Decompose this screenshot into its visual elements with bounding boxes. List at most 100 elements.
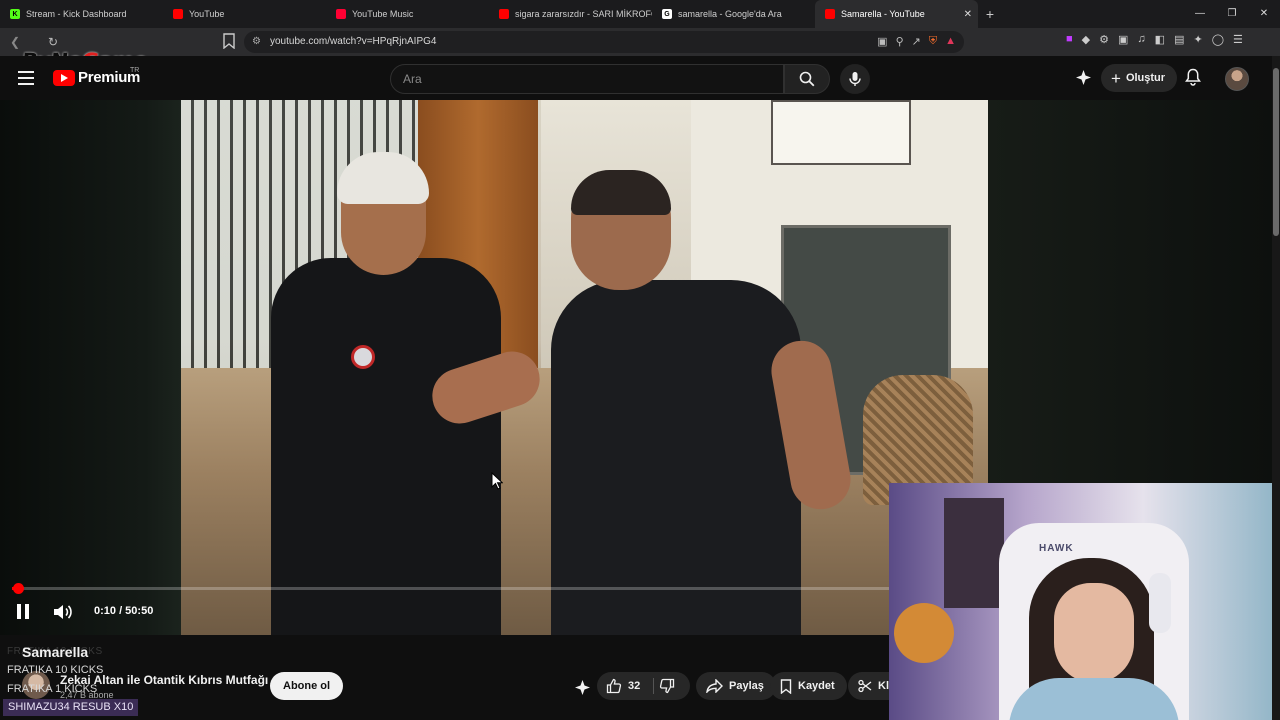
like-count: 32 [628,680,641,692]
extension-diamond-icon[interactable]: ◆ [1082,33,1090,46]
video-title: Samarella [22,644,89,660]
save-label: Kaydet [798,680,835,692]
youtube-header: Premium TR + Oluştur [0,56,1280,100]
maximize-icon[interactable]: ❐ [1216,0,1248,28]
region-code: TR [130,67,140,74]
vpn-icon[interactable]: ◯ [1212,33,1224,46]
thumbs-down-icon[interactable] [659,678,675,694]
share-button[interactable]: Paylaş [696,672,776,700]
streamer-shirt [1009,678,1179,720]
streamer-face [1054,583,1134,683]
create-button[interactable]: + Oluştur [1101,64,1178,92]
extensions-puzzle-icon[interactable]: ⚙ [1099,33,1109,46]
search-box [390,64,830,94]
guest-hair [571,170,671,215]
clip-button[interactable]: Kl [848,672,889,700]
browser-tab-3[interactable]: sigara zararsızdır - SARI MİKROFON [489,0,652,28]
ask-sparkle-icon[interactable] [574,679,591,696]
video-frame[interactable] [181,100,988,635]
screenshot-icon[interactable]: ▣ [1118,33,1128,46]
share-url-icon[interactable]: ↗ [912,35,921,48]
search-button[interactable] [784,64,830,94]
account-avatar[interactable] [1225,67,1249,91]
site-info-icon[interactable]: ⚙ [252,36,261,47]
browser-tab-strip: K Stream - Kick Dashboard YouTube YouTube M… [0,0,1280,28]
clip-label: Kl [878,680,889,692]
music-icon[interactable]: ♫ [1137,33,1145,46]
tab-title: Stream - Kick Dashboard [26,9,127,19]
like-dislike-group: 32 [597,672,690,700]
mouse-cursor-icon [491,472,503,490]
zoom-icon[interactable]: ⚲ [896,35,904,48]
cam-shelf [944,498,1004,608]
youtube-logo[interactable]: Premium [53,69,140,86]
page-scrollbar-thumb[interactable] [1273,68,1279,236]
tab-favicon-icon: G [662,9,672,19]
guest-shirt [551,280,801,635]
back-icon[interactable]: ❮ [10,35,20,49]
save-bookmark-icon [780,678,792,694]
url-bar[interactable]: ⚙ youtube.com/watch?v=HPqRjnAIPG4 ▣ ⚲ ↗ … [244,31,964,53]
youtube-play-icon [53,69,75,86]
tab-title: sigara zararsızdır - SARI MİKROFON [515,9,652,19]
resub-alert: SHIMAZU34 RESUB X10 [3,699,139,716]
browser-tab-5[interactable]: Samarella - YouTube ✕ [815,0,978,28]
volume-icon[interactable] [52,603,72,621]
voice-search-button[interactable] [840,64,870,94]
save-button[interactable]: Kaydet [770,672,847,700]
hamburger-menu-icon[interactable] [18,71,34,85]
create-label: Oluştur [1125,72,1166,84]
sparkle-icon[interactable] [1075,69,1092,86]
close-window-icon[interactable]: ✕ [1248,0,1280,28]
guest-person [531,170,856,635]
window-controls: — ❐ ✕ [1184,0,1280,28]
thumbs-up-icon [606,678,622,694]
reload-icon[interactable]: ↻ [48,35,58,49]
plus-icon: + [1111,68,1121,88]
browser-tab-4[interactable]: Gsamarella - Google'da Ara [652,0,815,28]
framed-certificates [771,100,911,165]
like-button[interactable]: 32 [597,672,651,700]
kick-alert-2: FRATIKA 1 KICKS [7,683,98,695]
menu-icon[interactable]: ☰ [1233,33,1243,46]
leo-icon[interactable]: ✦ [1193,33,1202,46]
search-input[interactable] [390,64,784,94]
sidebar-icon[interactable]: ◧ [1155,33,1165,46]
tab-favicon-icon [499,9,509,19]
url-text[interactable]: youtube.com/watch?v=HPqRjnAIPG4 [270,36,436,47]
progress-scrubber[interactable] [13,583,24,594]
minimize-icon[interactable]: — [1184,0,1216,28]
browser-tab-0[interactable]: K Stream - Kick Dashboard [0,0,163,28]
ambient-left [0,100,181,635]
rewards-icon[interactable]: ▲ [945,35,956,48]
brave-shield-icon[interactable]: ⛨ [929,35,937,48]
microphone-logo [351,345,375,369]
notifications-bell-icon[interactable] [1185,68,1201,86]
scissors-icon [858,679,872,693]
subscribe-button[interactable]: Abone ol [270,672,344,700]
streamer-webcam: HAWK [889,483,1280,720]
tab-list: K Stream - Kick Dashboard YouTube YouTube M… [0,0,978,28]
microphone-icon [849,72,861,86]
tab-favicon-icon: K [10,9,20,19]
time-display: 0:10 / 50:50 [94,605,154,617]
chef-cap [337,152,429,204]
browser-tab-1[interactable]: YouTube [163,0,326,28]
chair-brand: HAWK [1039,543,1074,554]
tab-title: Samarella - YouTube [841,9,925,19]
pause-icon[interactable] [16,604,30,620]
headset [1149,573,1171,633]
new-tab-button[interactable]: + [978,6,1002,22]
url-actions: ▣ ⚲ ↗ ⛨ ▲ [877,35,956,48]
cam-plush-toy [894,603,954,663]
share-label: Paylaş [729,680,764,692]
extension-purple-icon[interactable]: ■ [1066,33,1073,46]
share-arrow-icon [706,679,723,693]
bookmark-icon[interactable] [222,33,236,49]
wallet-icon[interactable]: ▤ [1174,33,1184,46]
tab-close-icon[interactable]: ✕ [964,9,972,20]
cast-icon[interactable]: ▣ [877,35,887,48]
browser-tab-2[interactable]: YouTube Music [326,0,489,28]
tab-title: YouTube [189,9,225,19]
tab-title: YouTube Music [352,9,414,19]
